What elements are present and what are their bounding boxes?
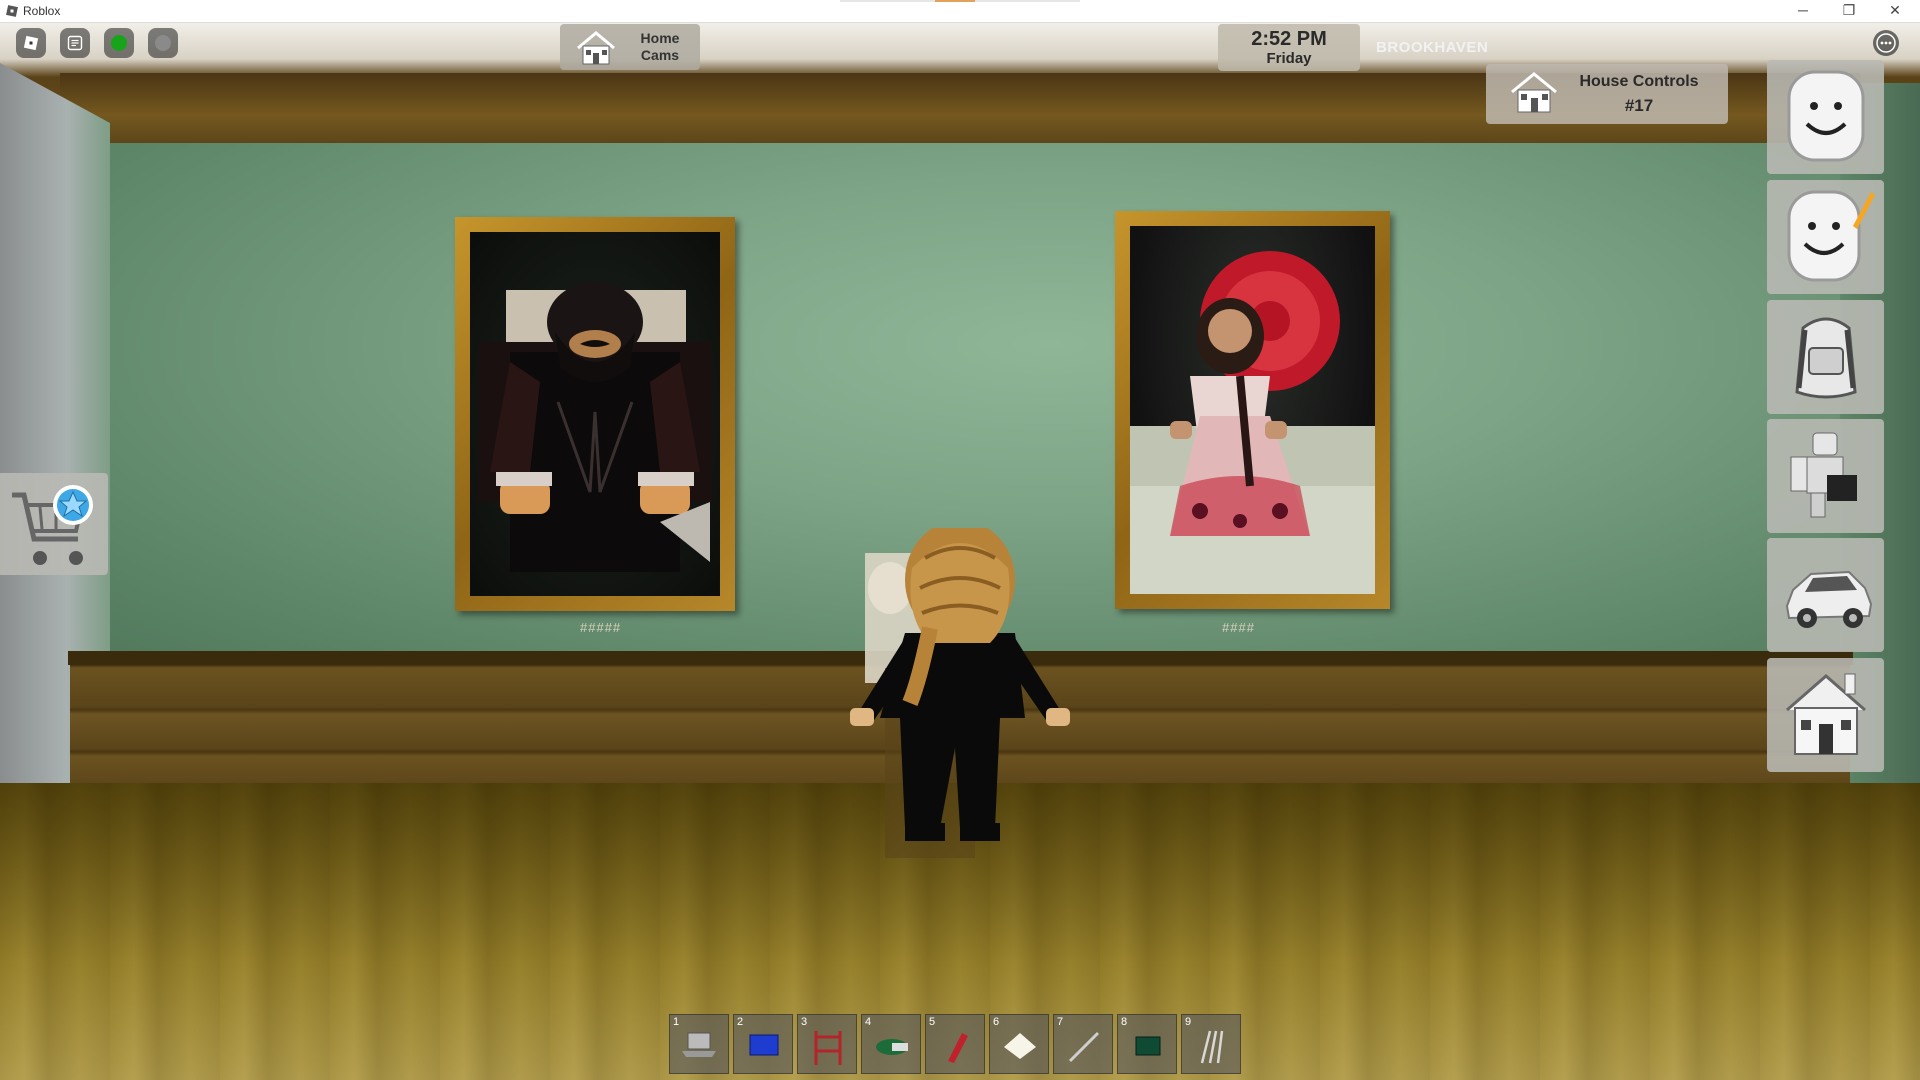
shop-button[interactable] xyxy=(0,473,108,575)
green-dot-icon xyxy=(111,35,127,51)
slot-number: 2 xyxy=(737,1016,744,1028)
gray-dot-icon xyxy=(155,35,171,51)
hotbar-slot-7[interactable]: 7 xyxy=(1053,1014,1113,1074)
game-viewport[interactable]: ##### #### xyxy=(0,23,1920,1080)
knife-icon xyxy=(1068,1031,1100,1063)
paper-icon xyxy=(1004,1033,1036,1059)
location-label: BROOKHAVEN xyxy=(1376,39,1489,56)
status-toggle-button[interactable] xyxy=(148,28,178,58)
hotbar-slot-9[interactable]: 9 xyxy=(1181,1014,1241,1074)
house-controls-button[interactable]: House Controls #17 xyxy=(1486,64,1728,124)
backpack-button[interactable] xyxy=(1767,300,1884,414)
hotbar-slot-5[interactable]: 5 xyxy=(925,1014,985,1074)
window-title: Roblox xyxy=(23,4,61,18)
house-icon xyxy=(577,31,615,65)
close-button[interactable]: ✕ xyxy=(1872,0,1918,22)
game-clock: 2:52 PM Friday xyxy=(1218,24,1360,71)
avatar-editor-button[interactable] xyxy=(1767,180,1884,294)
roblox-menu-button[interactable] xyxy=(16,28,46,58)
vehicle-button[interactable] xyxy=(1767,538,1884,652)
slot-number: 4 xyxy=(865,1016,872,1028)
clock-time: 2:52 PM xyxy=(1251,28,1327,50)
house-icon xyxy=(1786,673,1866,755)
green-box-icon xyxy=(1135,1036,1161,1056)
maximize-button[interactable]: ❐ xyxy=(1826,0,1872,22)
claws-icon xyxy=(1200,1030,1224,1064)
house-number: #17 xyxy=(1624,96,1654,115)
painting-bearded-man[interactable] xyxy=(455,217,735,611)
hotbar-slot-6[interactable]: 6 xyxy=(989,1014,1049,1074)
roblox-app-icon xyxy=(6,5,18,17)
laptop-icon xyxy=(682,1032,716,1057)
red-item-icon xyxy=(948,1033,968,1063)
house-icon xyxy=(1511,72,1557,113)
hotbar-slot-8[interactable]: 8 xyxy=(1117,1014,1177,1074)
home-cams-label-line1: Home xyxy=(640,30,680,46)
window-titlebar: Roblox ─ ❐ ✕ xyxy=(0,0,1920,23)
voice-status-button[interactable] xyxy=(104,28,134,58)
character-icon xyxy=(1790,432,1857,518)
roblox-logo-icon xyxy=(23,35,39,51)
walker-icon xyxy=(814,1031,842,1065)
painting-plaque-right: #### xyxy=(1222,620,1255,635)
hotbar-slot-4[interactable]: 4 xyxy=(861,1014,921,1074)
minimize-button[interactable]: ─ xyxy=(1780,0,1826,22)
hotbar-slot-3[interactable]: 3 xyxy=(797,1014,857,1074)
painting-doll-umbrella[interactable] xyxy=(1115,211,1390,609)
card-icon xyxy=(749,1034,779,1056)
bearded-man-portrait xyxy=(478,282,712,572)
house-button[interactable] xyxy=(1767,658,1884,772)
chat-button[interactable] xyxy=(60,28,90,58)
smiley-face-icon xyxy=(1787,70,1865,162)
slot-number: 7 xyxy=(1057,1016,1064,1028)
hotbar-slot-1[interactable]: 1 xyxy=(669,1014,729,1074)
home-cams-label-line2: Cams xyxy=(640,47,680,63)
chat-icon xyxy=(67,35,83,51)
more-options-button[interactable] xyxy=(1873,30,1899,56)
slot-number: 8 xyxy=(1121,1016,1128,1028)
avatar-button[interactable] xyxy=(1767,60,1884,174)
home-cams-button[interactable]: Home Cams xyxy=(560,24,700,70)
slot-number: 9 xyxy=(1185,1016,1192,1028)
slot-number: 3 xyxy=(801,1016,808,1028)
slot-number: 6 xyxy=(993,1016,1000,1028)
shopping-cart-icon xyxy=(12,485,93,565)
car-icon xyxy=(1785,570,1873,628)
roleplay-button[interactable] xyxy=(1767,419,1884,533)
house-controls-label: House Controls xyxy=(1579,73,1699,90)
cash-icon xyxy=(876,1039,908,1055)
titlebar-tab-strip xyxy=(840,0,1080,2)
slot-number: 1 xyxy=(673,1016,680,1028)
player-character xyxy=(850,528,1070,858)
edit-face-icon xyxy=(1787,190,1875,282)
slot-number: 5 xyxy=(929,1016,936,1028)
hotbar-slot-2[interactable]: 2 xyxy=(733,1014,793,1074)
painting-plaque-left: ##### xyxy=(580,620,622,635)
clock-day: Friday xyxy=(1266,50,1312,67)
backpack-icon xyxy=(1795,317,1857,399)
ellipsis-icon xyxy=(1876,33,1896,53)
doll-portrait xyxy=(1130,251,1375,594)
